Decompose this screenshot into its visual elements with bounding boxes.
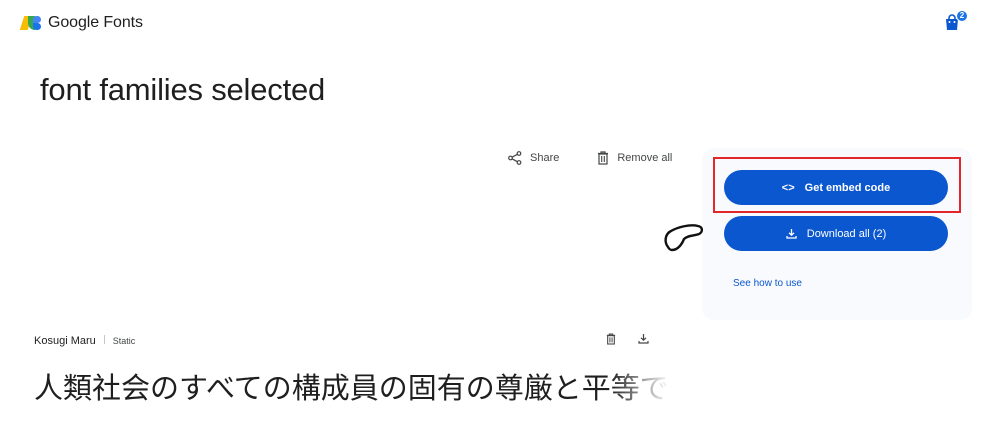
brand-name[interactable]: Google Fonts <box>48 14 143 32</box>
code-brackets-icon: <> <box>781 181 795 194</box>
remove-all-label: Remove all <box>617 152 673 164</box>
trash-icon <box>598 151 609 165</box>
pointer-annotation-icon <box>664 224 704 252</box>
cart-count-badge: 2 <box>956 10 968 22</box>
font-sample-preview: 人類社会のすべての構成員の固有の尊厳と平等で <box>34 366 680 414</box>
share-label: Share <box>530 152 560 164</box>
download-side-panel: <> Get embed code Download all (2) See h… <box>702 148 972 320</box>
get-embed-code-button[interactable]: <> Get embed code <box>724 170 948 205</box>
download-icon <box>638 334 649 344</box>
font-style-type: Static <box>112 336 136 346</box>
app-header: Google Fonts <box>19 10 143 36</box>
download-button-label: Download all (2) <box>806 227 887 240</box>
font-name: Kosugi Maru <box>34 335 96 347</box>
font-entry-header: Kosugi Maru Static <box>34 335 135 347</box>
font-sample-text: 人類社会のすべての構成員の固有の尊厳と平等で <box>34 371 669 405</box>
remove-all-button[interactable]: Remove all <box>597 151 672 165</box>
google-fonts-logo-icon[interactable] <box>19 14 42 32</box>
page-title: font families selected <box>40 72 326 107</box>
see-how-to-use-link[interactable]: See how to use <box>733 278 802 289</box>
remove-font-button[interactable] <box>606 333 616 345</box>
share-icon <box>508 151 522 165</box>
embed-button-label: Get embed code <box>804 181 891 194</box>
sample-fade-overlay <box>610 366 680 414</box>
cart-button[interactable]: 2 <box>944 10 968 32</box>
font-separator <box>103 335 105 344</box>
brand-google: Google <box>48 14 99 31</box>
download-icon <box>786 228 797 239</box>
trash-icon <box>606 333 616 345</box>
brand-fonts: Fonts <box>103 14 143 31</box>
download-all-button[interactable]: Download all (2) <box>724 216 948 251</box>
share-button[interactable]: Share <box>508 151 559 165</box>
selection-toolbar: Share Remove all <box>508 151 672 165</box>
font-entry-actions <box>606 333 649 345</box>
download-font-button[interactable] <box>638 333 649 345</box>
